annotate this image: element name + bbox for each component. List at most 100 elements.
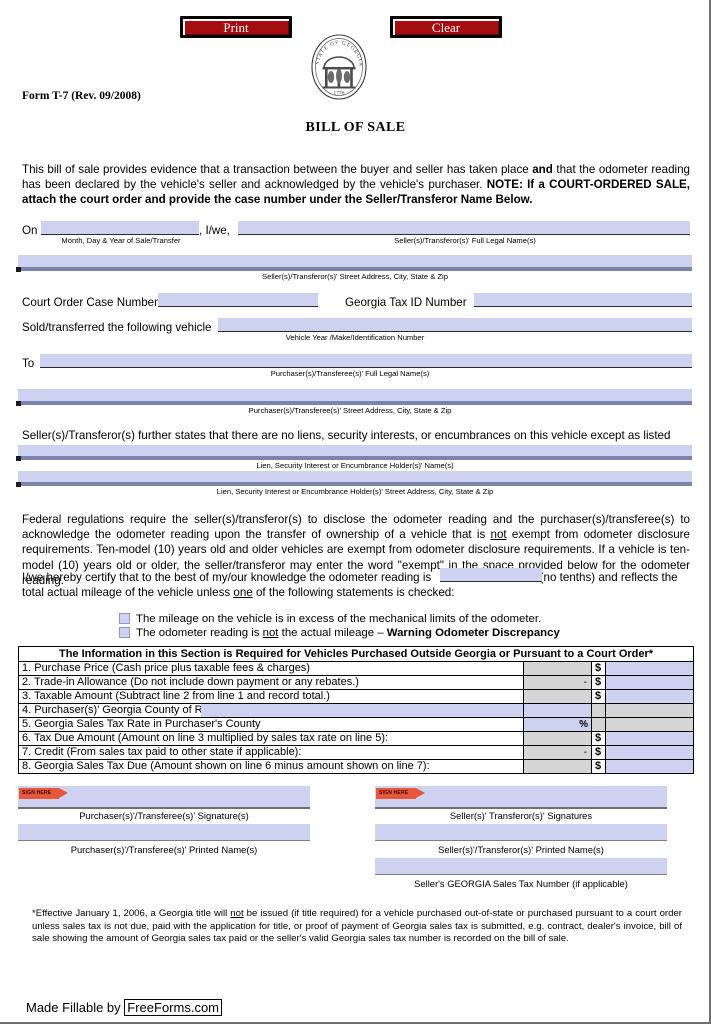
row2-op: - [523, 675, 592, 690]
row4-cell: 4. Purchaser(s)' Georgia County of Resid… [18, 703, 524, 718]
print-button[interactable]: Print [180, 16, 292, 38]
discrepancy-text-a: The odometer reading is [136, 627, 263, 639]
page-title: BILL OF SALE [305, 120, 406, 135]
footnote: *Effective January 1, 2006, a Georgia ti… [32, 908, 682, 946]
checkbox-mechanical-limits[interactable] [119, 613, 130, 624]
row2-label: 2. Trade-in Allowance (Do not include do… [18, 675, 524, 690]
table-row: 4. Purchaser(s)' Georgia County of Resid… [18, 703, 695, 718]
row6-amount-input[interactable] [604, 731, 695, 746]
intro-paragraph: This bill of sale provides evidence that… [22, 162, 690, 208]
purchaser-name-input[interactable] [40, 354, 692, 368]
row3-dollar-sign: $ [591, 689, 606, 704]
checkbox-not-actual-mileage-label: The odometer reading is not the actual m… [136, 626, 560, 640]
odometer-text-a: I/we hereby certify that to the best of … [22, 571, 435, 584]
purchaser-signature-line [18, 807, 310, 809]
sale-date-caption: Month, Day & Year of Sale/Transfer [61, 236, 181, 245]
table-row: 1. Purchase Price (Cash price plus taxab… [18, 661, 695, 676]
tax-id-label: Georgia Tax ID Number [345, 296, 467, 309]
row8-op [523, 759, 592, 774]
odometer-reading-input[interactable] [440, 568, 542, 582]
intro-text-1: This bill of sale provides evidence that… [22, 163, 533, 176]
row4-county-input[interactable] [201, 704, 523, 717]
footnote-not-word: not [230, 908, 244, 919]
seller-signature-line [375, 807, 667, 809]
clear-button[interactable]: Clear [390, 16, 502, 38]
purchaser-printed-name-input[interactable] [18, 824, 310, 841]
row4-amount-blank [604, 703, 695, 718]
discrepancy-warning: Warning Odometer Discrepancy [386, 627, 560, 639]
checkbox-mechanical-limits-label: The mileage on the vehicle is in excess … [136, 613, 542, 625]
sign-here-label: SIGN HERE [379, 789, 409, 796]
checkbox-not-actual-mileage[interactable] [119, 627, 130, 638]
lien-holder-address-caption: Lien, Security Interest or Encumbrance H… [216, 487, 494, 496]
purchaser-signature-caption: Purchaser(s)'/Transferee(s)' Signature(s… [79, 810, 249, 821]
row1-op [523, 661, 592, 676]
iwe-label: , I/we, [199, 224, 230, 237]
seller-ga-tax-number-input[interactable] [375, 858, 667, 875]
georgia-state-seal-icon: STATE OF GEORGIA 1776 [304, 30, 374, 104]
sold-transferred-label: Sold/transferred the following vehicle [22, 321, 212, 334]
row6-dollar-sign: $ [591, 731, 606, 746]
made-fillable-prefix: Made Fillable by [26, 1000, 125, 1015]
seller-printed-name-input[interactable] [375, 824, 667, 841]
made-fillable-footer: Made Fillable by FreeForms.com [26, 999, 223, 1016]
court-order-input[interactable] [158, 293, 318, 307]
row6-op [523, 731, 592, 746]
discrepancy-text-b: the actual mileage – [278, 627, 387, 639]
lien-holder-name-caption: Lien, Security Interest or Encumbrance H… [256, 461, 454, 470]
purchaser-printed-name-caption: Purchaser(s)'/Transferee(s)' Printed Nam… [70, 844, 258, 855]
sign-here-tag-seller[interactable]: SIGN HERE [376, 788, 425, 799]
seller-address-caption: Seller(s)/Transferor(s)' Street Address,… [262, 272, 448, 281]
sign-here-label: SIGN HERE [22, 789, 52, 796]
seller-signature-caption: Seller(s)' Transferor(s)' Signatures [449, 810, 593, 821]
row7-label: 7. Credit (From sales tax paid to other … [18, 745, 524, 760]
purchaser-address-caption: Purchaser(s)/Transferee(s)' Street Addre… [248, 406, 452, 415]
row1-amount-input[interactable] [604, 661, 695, 676]
table-row: 6. Tax Due Amount (Amount on line 3 mult… [18, 731, 695, 746]
seller-printed-name-caption: Seller(s)'/Transferor(s)' Printed Name(s… [438, 844, 604, 855]
bill-of-sale-form-page: Print Clear STATE OF GEORGIA 1776 Form T… [0, 0, 711, 1024]
row8-amount-input[interactable] [604, 759, 695, 774]
row3-label: 3. Taxable Amount (Subtract line 2 from … [18, 689, 524, 704]
table-row: 5. Georgia Sales Tax Rate in Purchaser's… [18, 717, 695, 732]
row8-dollar-sign: $ [591, 759, 606, 774]
sign-here-tag-purchaser[interactable]: SIGN HERE [19, 788, 68, 799]
row2-dollar-sign: $ [591, 675, 606, 690]
table-row: 2. Trade-in Allowance (Do not include do… [18, 675, 695, 690]
sale-date-input[interactable] [41, 221, 199, 235]
seal-year: 1776 [334, 91, 345, 97]
row4-spacer [591, 703, 606, 718]
tax-id-input[interactable] [474, 293, 692, 307]
row7-amount-input[interactable] [604, 745, 695, 760]
tax-table-header: The Information in this Section is Requi… [17, 646, 695, 662]
vehicle-input[interactable] [218, 318, 692, 332]
row5-label: 5. Georgia Sales Tax Rate in Purchaser's… [18, 717, 524, 732]
odometer-certification-paragraph: I/we hereby certify that to the best of … [22, 570, 690, 600]
court-order-label: Court Order Case Number [22, 296, 158, 309]
row7-op: - [523, 745, 592, 760]
lien-holder-address-input[interactable] [16, 471, 692, 487]
row5-spacer [591, 717, 606, 732]
lien-holder-name-input[interactable] [16, 445, 692, 461]
row2-amount-input[interactable] [604, 675, 695, 690]
purchaser-address-input[interactable] [16, 389, 692, 406]
row4-op[interactable] [523, 703, 592, 718]
footnote-text-a: *Effective January 1, 2006, a Georgia ti… [32, 908, 231, 919]
row3-amount-input[interactable] [604, 689, 695, 704]
table-row: 7. Credit (From sales tax paid to other … [18, 745, 695, 760]
odometer-text-c: of the following statements is checked: [252, 586, 455, 600]
seller-ga-tax-number-caption: Seller's GEORGIA Sales Tax Number (if ap… [414, 878, 628, 889]
freeforms-link[interactable]: FreeForms.com [124, 999, 223, 1016]
row5-amount-blank [604, 717, 695, 732]
row5-percent-input[interactable]: % [523, 717, 592, 732]
row8-label: 8. Georgia Sales Tax Due (Amount shown o… [18, 759, 524, 774]
row3-op [523, 689, 592, 704]
seller-name-input[interactable] [238, 221, 690, 235]
seller-address-input[interactable] [16, 255, 692, 272]
purchaser-name-caption: Purchaser(s)/Transferee(s)' Full Legal N… [270, 369, 430, 378]
seller-name-caption: Seller(s)/Transferor(s)' Full Legal Name… [394, 236, 536, 245]
row6-label: 6. Tax Due Amount (Amount on line 3 mult… [18, 731, 524, 746]
table-header-row: The Information in this Section is Requi… [17, 646, 695, 662]
to-label: To [22, 357, 35, 370]
form-identifier: Form T-7 (Rev. 09/2008) [22, 90, 141, 102]
